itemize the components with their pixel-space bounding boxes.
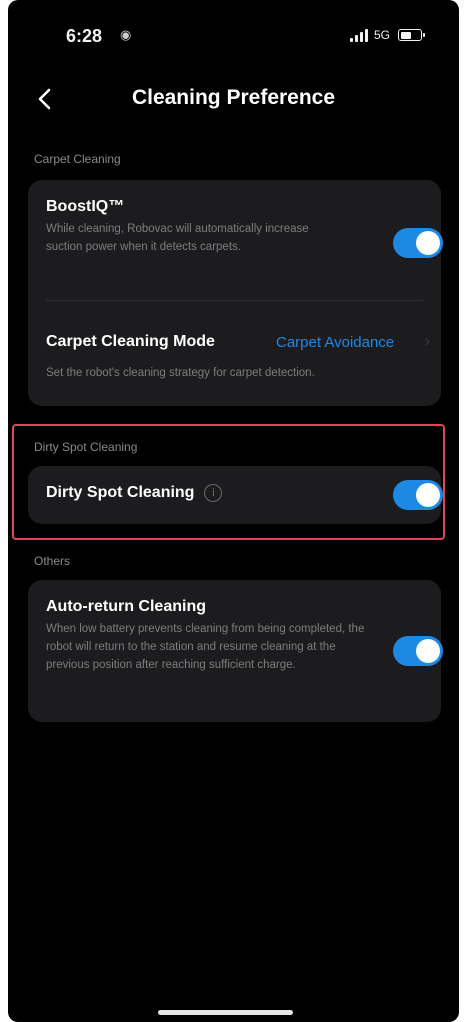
boostiq-toggle[interactable] (393, 228, 443, 258)
nav-bar: Cleaning Preference (8, 82, 459, 118)
carpet-mode-description: Set the robot's cleaning strategy for ca… (46, 367, 315, 379)
toggle-knob (416, 231, 440, 255)
auto-return-row: Auto-return Cleaning When low battery pr… (46, 598, 366, 674)
others-card: Auto-return Cleaning When low battery pr… (28, 580, 443, 722)
carpet-cleaning-card: BoostIQ™ While cleaning, Robovac will au… (28, 180, 443, 406)
auto-return-description: When low battery prevents cleaning from … (46, 623, 365, 671)
section-label-others: Others (34, 554, 71, 568)
divider (46, 300, 423, 301)
auto-return-title: Auto-return Cleaning (46, 598, 206, 615)
highlight-box (12, 424, 445, 540)
boostiq-row: BoostIQ™ While cleaning, Robovac will au… (46, 198, 346, 256)
battery-icon (398, 29, 425, 41)
auto-return-toggle[interactable] (393, 636, 443, 666)
status-bar: 6:28 ◉ 5G (8, 22, 459, 50)
toggle-knob (416, 639, 440, 663)
network-label: 5G (374, 28, 391, 42)
home-indicator (158, 1010, 293, 1015)
status-time: 6:28 (66, 26, 103, 46)
page-title: Cleaning Preference (131, 86, 336, 109)
carpet-mode-title: Carpet Cleaning Mode (46, 333, 215, 350)
boostiq-description: While cleaning, Robovac will automatical… (46, 223, 309, 253)
section-label-carpet: Carpet Cleaning (34, 152, 121, 166)
boostiq-title: BoostIQ™ (46, 198, 125, 215)
carpet-mode-value[interactable]: Carpet Avoidance (276, 334, 394, 351)
signal-icon (350, 28, 368, 42)
lock-person-icon: ◉ (120, 27, 132, 42)
battery-fill (400, 31, 412, 39)
chevron-right-icon[interactable]: › (424, 331, 430, 352)
